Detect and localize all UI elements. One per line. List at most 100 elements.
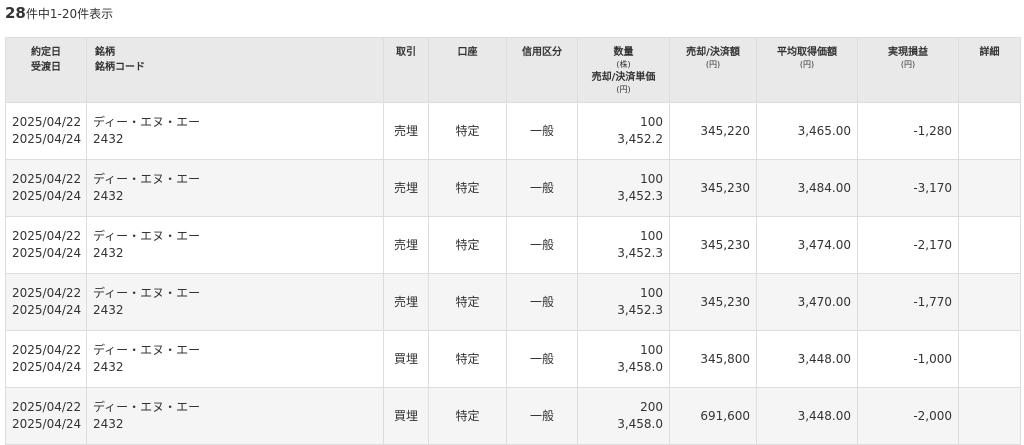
settle-date: 2025/04/24 <box>12 360 82 374</box>
cell-detail <box>958 273 1021 331</box>
cell-account: 特定 <box>428 216 507 274</box>
header-avg-cost-label: 平均取得価額 <box>777 47 837 58</box>
cell-trade: 売埋 <box>383 102 429 160</box>
table-header-row: 約定日 受渡日 銘柄 銘柄コード 取引 口座 信用区分 数量 (株) 売却/決済… <box>5 37 1021 103</box>
stock-code: 2432 <box>93 303 124 317</box>
cell-realized-pl: -1,000 <box>857 330 959 388</box>
cell-amount: 345,800 <box>669 330 757 388</box>
header-amount[interactable]: 売却/決済額 (円) <box>669 37 757 103</box>
cell-detail <box>958 102 1021 160</box>
cell-quantity-price: 100 3,452.3 <box>577 273 670 331</box>
realized-pl-table: 約定日 受渡日 銘柄 銘柄コード 取引 口座 信用区分 数量 (株) 売却/決済… <box>5 37 1021 445</box>
cell-quantity-price: 100 3,452.2 <box>577 102 670 160</box>
cell-realized-pl: -2,000 <box>857 387 959 445</box>
cell-realized-pl: -1,280 <box>857 102 959 160</box>
quantity: 100 <box>640 286 663 300</box>
table-row: 2025/04/22 2025/04/24 ディー・エヌ・エー 2432 売埋 … <box>5 159 1021 217</box>
settle-price: 3,458.0 <box>617 417 663 431</box>
settle-date: 2025/04/24 <box>12 417 82 431</box>
cell-credit: 一般 <box>506 387 578 445</box>
stock-name: ディー・エヌ・エー <box>93 343 201 357</box>
cell-detail <box>958 159 1021 217</box>
header-trade-date: 約定日 <box>31 47 61 58</box>
cell-stock: ディー・エヌ・エー 2432 <box>86 102 384 160</box>
table-row: 2025/04/22 2025/04/24 ディー・エヌ・エー 2432 買埋 … <box>5 330 1021 388</box>
cell-realized-pl: -3,170 <box>857 159 959 217</box>
header-price-unit: (円) <box>616 85 631 94</box>
header-amount-label: 売却/決済額 <box>686 47 740 58</box>
header-date[interactable]: 約定日 受渡日 <box>5 37 87 103</box>
cell-account: 特定 <box>428 102 507 160</box>
cell-avg-cost: 3,484.00 <box>756 159 858 217</box>
header-stock-name: 銘柄 <box>95 47 115 58</box>
cell-account: 特定 <box>428 330 507 388</box>
cell-dates: 2025/04/22 2025/04/24 <box>5 273 87 331</box>
header-stock-code: 銘柄コード <box>95 62 145 73</box>
cell-account: 特定 <box>428 387 507 445</box>
cell-avg-cost: 3,474.00 <box>756 216 858 274</box>
header-price-label: 売却/決済単価 <box>591 72 656 83</box>
cell-quantity-price: 100 3,452.3 <box>577 159 670 217</box>
table-row: 2025/04/22 2025/04/24 ディー・エヌ・エー 2432 買埋 … <box>5 387 1021 445</box>
settle-date: 2025/04/24 <box>12 189 82 203</box>
cell-account: 特定 <box>428 159 507 217</box>
header-avg-cost[interactable]: 平均取得価額 (円) <box>756 37 858 103</box>
settle-date: 2025/04/24 <box>12 303 82 317</box>
table-row: 2025/04/22 2025/04/24 ディー・エヌ・エー 2432 売埋 … <box>5 216 1021 274</box>
cell-quantity-price: 200 3,458.0 <box>577 387 670 445</box>
cell-realized-pl: -2,170 <box>857 216 959 274</box>
quantity: 100 <box>640 229 663 243</box>
cell-detail <box>958 330 1021 388</box>
stock-code: 2432 <box>93 189 124 203</box>
cell-trade: 買埋 <box>383 387 429 445</box>
trade-date: 2025/04/22 <box>12 172 82 186</box>
trade-date: 2025/04/22 <box>12 400 82 414</box>
settle-price: 3,452.2 <box>617 132 663 146</box>
cell-credit: 一般 <box>506 159 578 217</box>
header-stock[interactable]: 銘柄 銘柄コード <box>86 37 384 103</box>
stock-name: ディー・エヌ・エー <box>93 115 201 129</box>
table-row: 2025/04/22 2025/04/24 ディー・エヌ・エー 2432 売埋 … <box>5 102 1021 160</box>
header-avg-cost-unit: (円) <box>799 60 815 69</box>
header-realized-pl[interactable]: 実現損益 (円) <box>857 37 959 103</box>
quantity: 100 <box>640 172 663 186</box>
trade-date: 2025/04/22 <box>12 343 82 357</box>
header-realized-pl-unit: (円) <box>900 60 916 69</box>
cell-credit: 一般 <box>506 330 578 388</box>
stock-name: ディー・エヌ・エー <box>93 400 201 414</box>
cell-amount: 345,230 <box>669 216 757 274</box>
header-quantity[interactable]: 数量 (株) 売却/決済単価 (円) <box>577 37 670 103</box>
quantity: 100 <box>640 343 663 357</box>
cell-amount: 345,220 <box>669 102 757 160</box>
cell-dates: 2025/04/22 2025/04/24 <box>5 159 87 217</box>
cell-dates: 2025/04/22 2025/04/24 <box>5 102 87 160</box>
cell-credit: 一般 <box>506 273 578 331</box>
table-row: 2025/04/22 2025/04/24 ディー・エヌ・エー 2432 売埋 … <box>5 273 1021 331</box>
cell-dates: 2025/04/22 2025/04/24 <box>5 387 87 445</box>
header-realized-pl-label: 実現損益 <box>888 47 928 58</box>
cell-stock: ディー・エヌ・エー 2432 <box>86 216 384 274</box>
stock-code: 2432 <box>93 360 124 374</box>
cell-credit: 一般 <box>506 216 578 274</box>
cell-dates: 2025/04/22 2025/04/24 <box>5 330 87 388</box>
cell-avg-cost: 3,448.00 <box>756 387 858 445</box>
cell-detail <box>958 216 1021 274</box>
settle-price: 3,452.3 <box>617 189 663 203</box>
result-total: 28 <box>5 4 26 22</box>
cell-stock: ディー・エヌ・エー 2432 <box>86 159 384 217</box>
stock-name: ディー・エヌ・エー <box>93 172 201 186</box>
result-range: 件中1-20件表示 <box>25 7 114 21</box>
cell-amount: 345,230 <box>669 273 757 331</box>
cell-amount: 345,230 <box>669 159 757 217</box>
header-trade[interactable]: 取引 <box>383 37 429 103</box>
header-credit[interactable]: 信用区分 <box>506 37 578 103</box>
cell-trade: 買埋 <box>383 330 429 388</box>
settle-date: 2025/04/24 <box>12 132 82 146</box>
result-count: 28件中1-20件表示 <box>5 4 113 22</box>
stock-code: 2432 <box>93 417 124 431</box>
header-account[interactable]: 口座 <box>428 37 507 103</box>
settle-price: 3,458.0 <box>617 360 663 374</box>
header-amount-unit: (円) <box>705 60 721 69</box>
cell-realized-pl: -1,770 <box>857 273 959 331</box>
cell-stock: ディー・エヌ・エー 2432 <box>86 273 384 331</box>
